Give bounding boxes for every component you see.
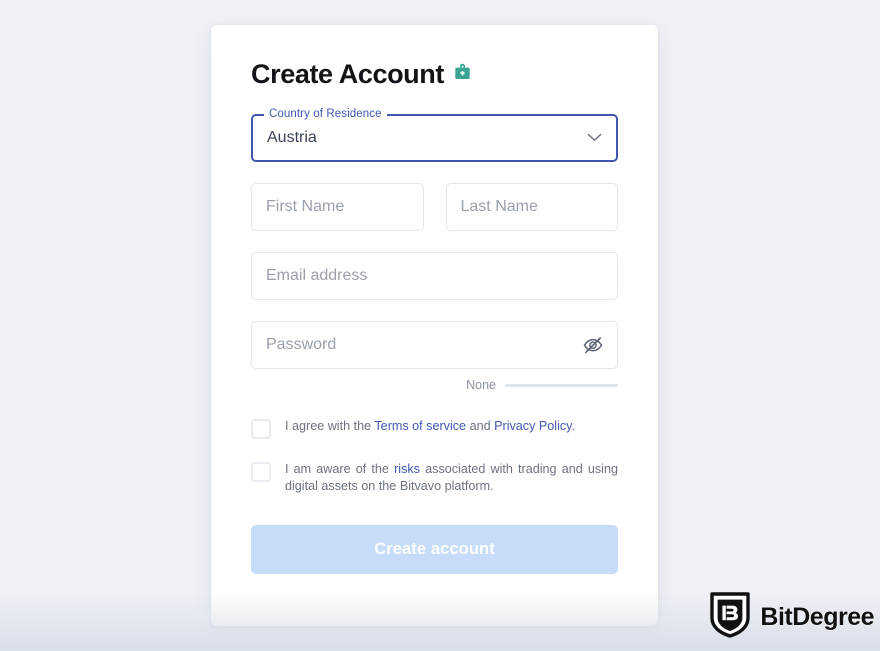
- terms-text-before: I agree with the: [285, 419, 375, 433]
- country-select-legend: Country of Residence: [264, 108, 387, 120]
- risks-text-before: I am aware of the: [285, 462, 395, 476]
- last-name-placeholder: Last Name: [460, 198, 538, 215]
- bitdegree-wordmark: BitDegree: [760, 602, 875, 631]
- bitdegree-watermark: BitDegree: [709, 591, 875, 643]
- country-select-value: Austria: [267, 129, 317, 146]
- risks-checkbox-row[interactable]: I am aware of the risks associated with …: [251, 461, 618, 495]
- risks-checkbox[interactable]: [251, 462, 271, 482]
- terms-text-middle: and: [466, 419, 495, 433]
- email-input[interactable]: Email address: [251, 252, 618, 300]
- password-placeholder: Password: [266, 336, 337, 353]
- password-field-row: Password: [251, 321, 618, 369]
- password-input[interactable]: Password: [251, 321, 618, 369]
- privacy-policy-link[interactable]: Privacy Policy: [494, 419, 571, 433]
- terms-checkbox-row[interactable]: I agree with the Terms of service and Pr…: [251, 418, 618, 439]
- create-account-button[interactable]: Create account: [251, 525, 618, 574]
- risks-link[interactable]: risks: [394, 462, 420, 476]
- name-fields-row: First Name Last Name: [251, 183, 618, 231]
- country-of-residence-select[interactable]: Country of Residence Austria: [251, 108, 618, 162]
- first-name-placeholder: First Name: [266, 198, 345, 215]
- email-field-row: Email address: [251, 252, 618, 300]
- email-placeholder: Email address: [266, 267, 368, 284]
- eye-off-icon[interactable]: [582, 335, 604, 355]
- last-name-input[interactable]: Last Name: [445, 183, 618, 231]
- terms-text-after: .: [571, 419, 576, 433]
- first-name-input[interactable]: First Name: [251, 183, 424, 231]
- page-title: Create Account: [251, 59, 444, 89]
- card-content: Create Account Country of Residence Aust…: [211, 25, 658, 574]
- password-strength-indicator: None: [251, 378, 618, 392]
- bitdegree-shield-logo-icon: [709, 591, 751, 643]
- risks-checkbox-label: I am aware of the risks associated with …: [285, 461, 618, 495]
- password-strength-bar: [505, 383, 618, 387]
- chevron-down-icon[interactable]: [587, 129, 602, 147]
- page-title-row: Create Account: [251, 61, 618, 88]
- password-strength-label: None: [466, 378, 496, 392]
- terms-checkbox-label: I agree with the Terms of service and Pr…: [285, 418, 575, 435]
- briefcase-lock-icon: [454, 63, 471, 86]
- terms-of-service-link[interactable]: Terms of service: [374, 419, 466, 433]
- create-account-card: Create Account Country of Residence Aust…: [211, 25, 658, 626]
- terms-checkbox[interactable]: [251, 419, 271, 439]
